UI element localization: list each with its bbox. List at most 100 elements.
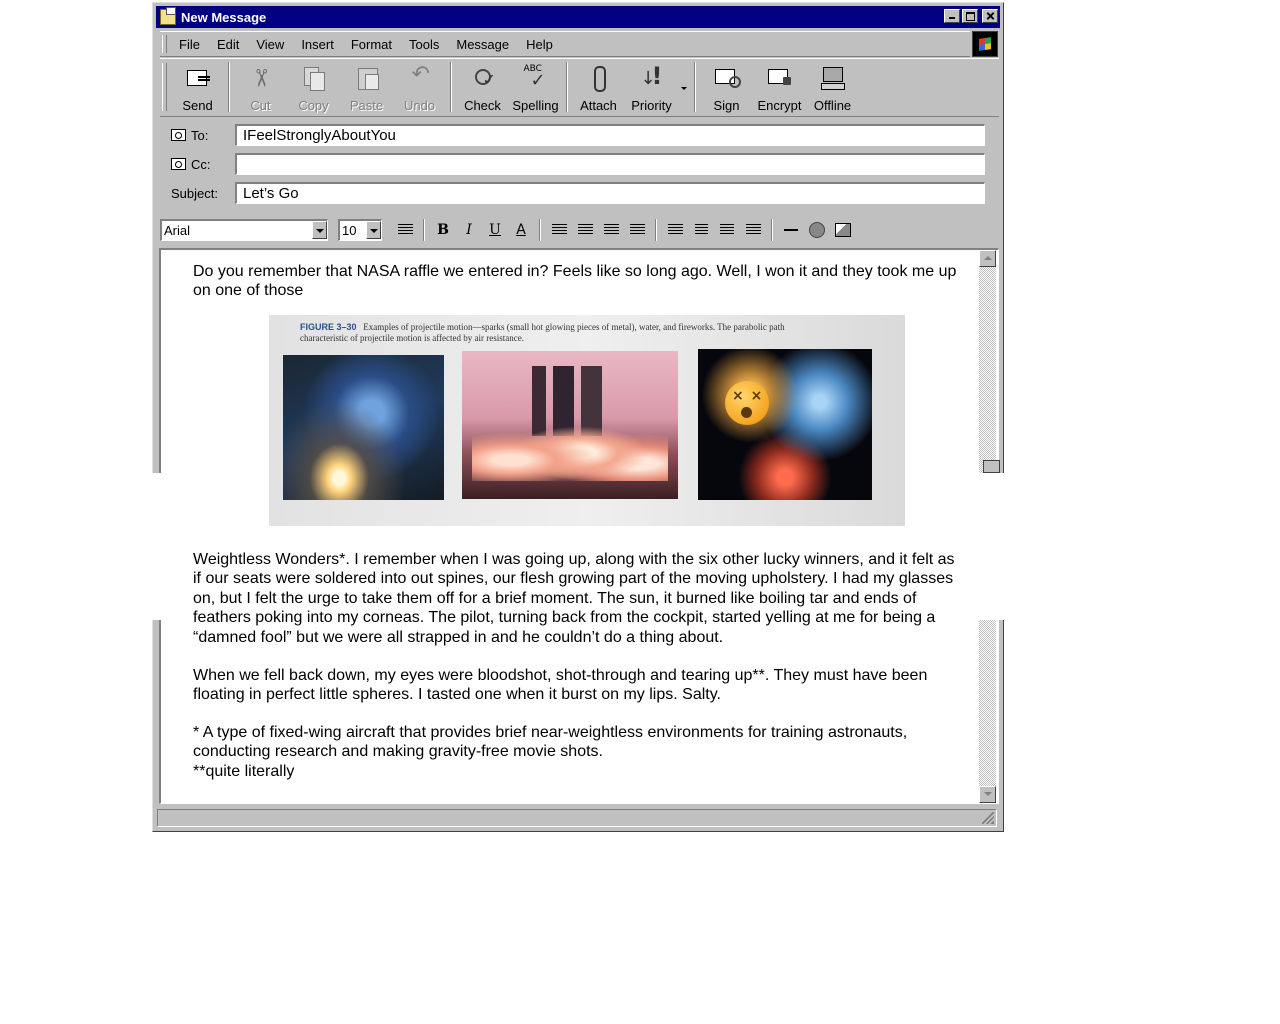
increase-indent-icon xyxy=(629,224,645,236)
bullet-list-icon xyxy=(577,224,593,236)
windows-logo-icon xyxy=(972,31,998,57)
numbered-list-button[interactable] xyxy=(547,219,571,241)
encrypt-label: Encrypt xyxy=(757,98,802,113)
cc-label-group[interactable]: Cc: xyxy=(171,157,235,172)
cut-button[interactable]: Cut xyxy=(234,59,287,113)
message-paragraph: When we fell back down, my eyes were blo… xyxy=(193,666,963,705)
format-separator xyxy=(655,219,657,241)
decrease-indent-button[interactable] xyxy=(599,219,623,241)
menu-grip[interactable] xyxy=(162,35,167,53)
scroll-down-arrow-icon[interactable] xyxy=(983,460,1000,473)
window-controls xyxy=(944,9,998,23)
menu-edit[interactable]: Edit xyxy=(217,37,239,52)
subject-field[interactable]: Let’s Go xyxy=(235,182,985,204)
paste-button[interactable]: Paste xyxy=(340,59,393,113)
maximize-button[interactable] xyxy=(962,9,978,23)
hyperlink-button[interactable] xyxy=(805,219,829,241)
align-right-icon xyxy=(720,224,734,236)
offline-button[interactable]: Offline xyxy=(806,59,859,113)
insert-picture-button[interactable] xyxy=(831,219,855,241)
align-left-button[interactable] xyxy=(663,219,687,241)
embedded-photo[interactable]: FIGURE 3–30 Examples of projectile motio… xyxy=(269,315,905,526)
undo-button[interactable]: Undo xyxy=(393,59,446,113)
to-field[interactable]: IFeelStronglyAboutYou xyxy=(235,124,985,146)
message-paragraph: Do you remember that NASA raffle we ente… xyxy=(193,262,963,301)
bold-button[interactable]: B xyxy=(431,219,455,241)
cut-label: Cut xyxy=(250,98,271,113)
footnote-1: * A type of fixed-wing aircraft that pro… xyxy=(193,724,908,761)
copy-label: Copy xyxy=(298,98,329,113)
water-fountains-image xyxy=(462,351,678,499)
cc-label: Cc: xyxy=(191,156,211,172)
align-right-button[interactable] xyxy=(715,219,739,241)
horizontal-line-button[interactable] xyxy=(779,219,803,241)
priority-button[interactable]: Priority xyxy=(625,59,678,113)
menu-tools[interactable]: Tools xyxy=(409,37,439,52)
sign-button[interactable]: Sign xyxy=(700,59,753,113)
subject-label: Subject: xyxy=(171,185,218,201)
figure-label: FIGURE 3–30 xyxy=(300,322,357,332)
scroll-up-arrow-icon[interactable] xyxy=(979,250,996,267)
numbered-list-icon xyxy=(551,224,567,236)
align-center-button[interactable] xyxy=(689,219,713,241)
copy-button[interactable]: Copy xyxy=(287,59,340,113)
font-size-select[interactable]: 10 xyxy=(338,219,382,241)
send-button[interactable]: Send xyxy=(171,59,224,113)
cc-field[interactable] xyxy=(235,153,985,175)
menu-format[interactable]: Format xyxy=(351,37,392,52)
align-center-icon xyxy=(694,224,708,236)
to-label: To: xyxy=(191,127,209,143)
menu-view[interactable]: View xyxy=(256,37,284,52)
attach-button[interactable]: Attach xyxy=(572,59,625,113)
paragraph-weightless: Weightless Wonders*. I remember when I w… xyxy=(193,551,955,646)
welding-sparks-image xyxy=(283,355,444,500)
formatting-toolbar: Arial 10 B I U A xyxy=(160,215,999,245)
chevron-down-icon[interactable] xyxy=(312,221,327,239)
message-footnotes: * A type of fixed-wing aircraft that pro… xyxy=(193,723,963,781)
to-label-group[interactable]: To: xyxy=(171,128,235,143)
subject-row: Subject: Let’s Go xyxy=(171,182,985,204)
spelling-button[interactable]: Spelling xyxy=(509,59,562,113)
menu-insert[interactable]: Insert xyxy=(301,37,334,52)
priority-icon xyxy=(638,62,666,92)
font-name-select[interactable]: Arial xyxy=(160,219,328,241)
format-separator xyxy=(539,219,541,241)
toolbar-grip[interactable] xyxy=(162,63,167,111)
minimize-button[interactable] xyxy=(944,9,960,23)
bullet-list-button[interactable] xyxy=(573,219,597,241)
menu-help[interactable]: Help xyxy=(526,37,553,52)
undo-label: Undo xyxy=(403,98,436,113)
justify-button[interactable] xyxy=(741,219,765,241)
scroll-down-arrow-icon[interactable] xyxy=(979,786,996,803)
increase-indent-button[interactable] xyxy=(625,219,649,241)
check-names-button[interactable]: Check xyxy=(456,59,509,113)
font-size-value: 10 xyxy=(342,223,357,238)
title-bar[interactable]: New Message xyxy=(156,6,1000,28)
new-message-icon xyxy=(160,7,176,25)
paragraph-fell-down: When we fell back down, my eyes were blo… xyxy=(193,667,928,704)
encrypt-button[interactable]: Encrypt xyxy=(753,59,806,113)
paragraph-style-button[interactable] xyxy=(393,219,417,241)
message-paragraph: Weightless Wonders*. I remember when I w… xyxy=(193,550,963,647)
underline-button[interactable]: U xyxy=(483,219,507,241)
toolbar-separator xyxy=(694,62,696,112)
scissors-icon xyxy=(247,64,275,92)
chevron-down-icon[interactable] xyxy=(366,221,381,239)
font-name-value: Arial xyxy=(164,223,191,238)
globe-icon xyxy=(809,222,825,238)
photo-caption: FIGURE 3–30 Examples of projectile motio… xyxy=(300,322,800,344)
check-names-icon xyxy=(469,64,497,92)
window-title: New Message xyxy=(181,9,267,25)
toolbar-separator xyxy=(450,62,452,112)
offline-computer-icon xyxy=(819,64,847,92)
menu-file[interactable]: File xyxy=(179,37,200,52)
close-button[interactable] xyxy=(982,9,998,23)
caption-text: Examples of projectile motion—sparks (sm… xyxy=(300,322,785,343)
menu-bar: File Edit View Insert Format Tools Messa… xyxy=(160,31,970,57)
italic-button[interactable]: I xyxy=(457,219,481,241)
resize-grip-icon[interactable] xyxy=(982,812,994,824)
offline-label: Offline xyxy=(813,98,852,113)
priority-dropdown-arrow[interactable] xyxy=(678,59,690,113)
menu-message[interactable]: Message xyxy=(456,37,509,52)
font-color-button[interactable]: A xyxy=(509,219,533,241)
